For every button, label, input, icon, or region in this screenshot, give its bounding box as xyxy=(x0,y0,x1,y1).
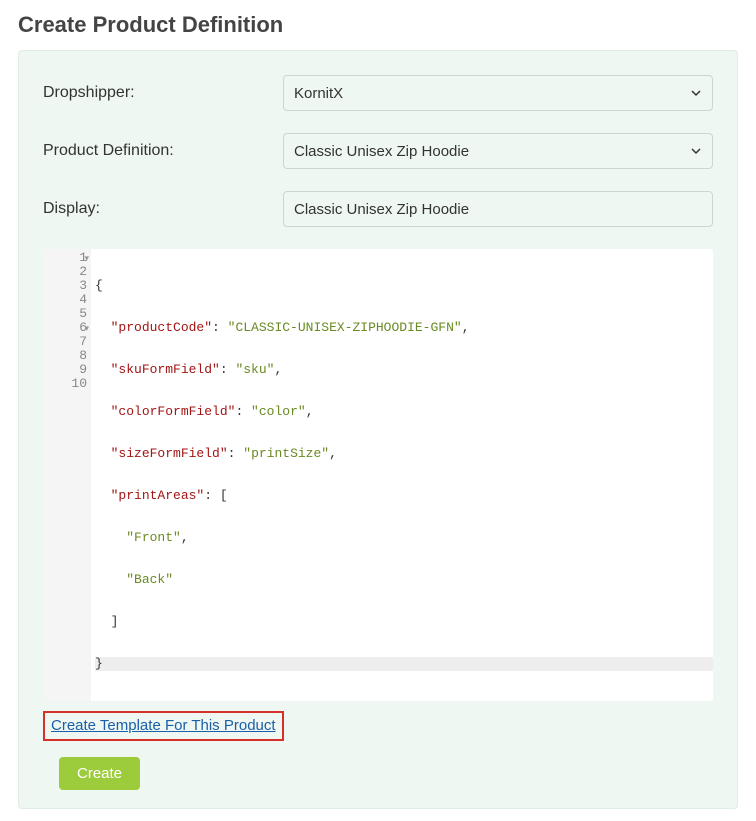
product-definition-label: Product Definition: xyxy=(43,142,283,160)
display-row: Display: xyxy=(43,191,713,227)
create-template-highlight: Create Template For This Product xyxy=(43,711,284,741)
product-definition-select[interactable]: Classic Unisex Zip Hoodie xyxy=(283,133,713,169)
dropshipper-row: Dropshipper: KornitX xyxy=(43,75,713,111)
editor-gutter: 1▾ 2 3 4 5 6▾ 7 8 9 10 xyxy=(43,249,91,701)
editor-code[interactable]: { "productCode": "CLASSIC-UNISEX-ZIPHOOD… xyxy=(91,249,713,701)
display-input[interactable] xyxy=(283,191,713,227)
create-template-link[interactable]: Create Template For This Product xyxy=(51,717,276,734)
json-editor[interactable]: 1▾ 2 3 4 5 6▾ 7 8 9 10 { "productCode": … xyxy=(43,249,713,701)
dropshipper-label: Dropshipper: xyxy=(43,84,283,102)
product-definition-row: Product Definition: Classic Unisex Zip H… xyxy=(43,133,713,169)
dropshipper-select[interactable]: KornitX xyxy=(283,75,713,111)
form-card: Dropshipper: KornitX Product Definition:… xyxy=(18,50,738,809)
display-label: Display: xyxy=(43,200,283,218)
create-button[interactable]: Create xyxy=(59,757,140,790)
page-title: Create Product Definition xyxy=(18,12,756,38)
